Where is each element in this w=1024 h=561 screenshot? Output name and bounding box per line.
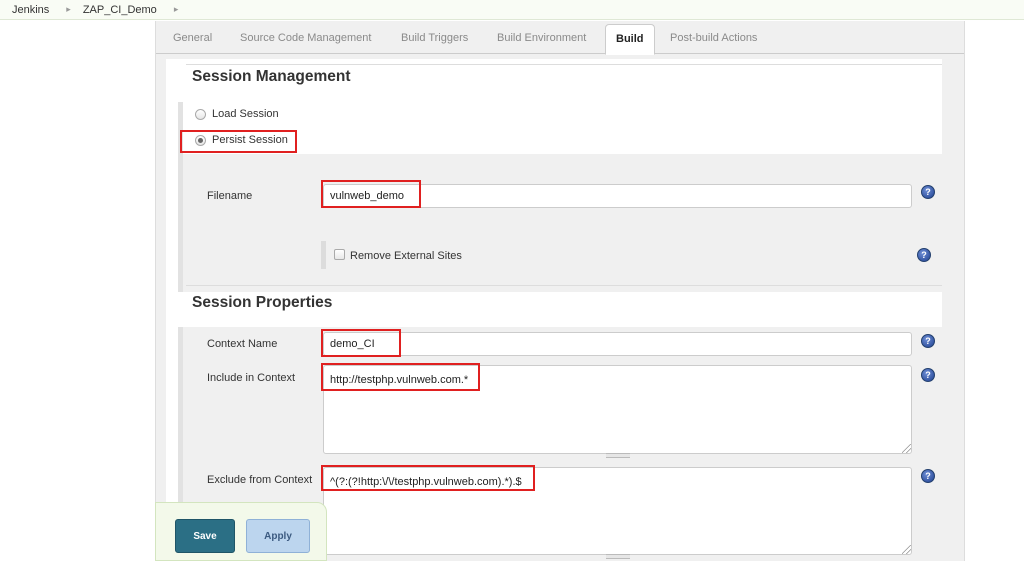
annotation-exclude [321, 465, 535, 491]
build-form: Session Management Load Session Persist … [166, 59, 942, 561]
save-apply-bar: Save Apply [155, 502, 327, 561]
context-name-input[interactable]: demo_CI [323, 332, 912, 356]
tab-general[interactable]: General [173, 32, 212, 44]
apply-button[interactable]: Apply [246, 519, 310, 553]
chevron-right-icon: ▸ [173, 4, 179, 14]
session-management-title: Session Management [192, 68, 351, 85]
persist-session-panel [183, 154, 942, 292]
remove-external-sites-label: Remove External Sites [350, 250, 462, 262]
context-name-label: Context Name [207, 338, 278, 350]
section-divider [186, 64, 942, 65]
config-tabs: General Source Code Management Build Tri… [156, 21, 964, 55]
annotation-filename [321, 180, 421, 208]
tab-build-environment[interactable]: Build Environment [497, 32, 586, 44]
section-divider [186, 285, 942, 286]
load-session-label: Load Session [212, 108, 279, 120]
breadcrumb: Jenkins ▸ ZAP_CI_Demo ▸ [0, 0, 1024, 20]
tab-build[interactable]: Build [605, 24, 655, 55]
job-config-panel: General Source Code Management Build Tri… [155, 21, 965, 561]
load-session-radio[interactable] [195, 108, 206, 120]
filename-help-icon[interactable]: ? [921, 185, 935, 199]
breadcrumb-jenkins[interactable]: Jenkins [12, 4, 49, 16]
context-name-help-icon[interactable]: ? [921, 334, 935, 348]
load-session-option[interactable]: Load Session [195, 108, 279, 120]
annotation-persist-session [180, 130, 297, 153]
annotation-include [321, 363, 480, 391]
remove-external-help-icon[interactable]: ? [917, 248, 931, 262]
exclude-from-context-label: Exclude from Context [207, 474, 313, 486]
chevron-right-icon: ▸ [66, 4, 71, 14]
remove-external-sites-checkbox[interactable] [334, 249, 345, 260]
breadcrumb-job[interactable]: ZAP_CI_Demo [83, 4, 157, 16]
checkbox-indent-bar [321, 241, 326, 269]
filename-label: Filename [207, 190, 253, 202]
include-help-icon[interactable]: ? [921, 368, 935, 382]
session-properties-title: Session Properties [192, 294, 333, 311]
annotation-context-name [321, 329, 401, 357]
include-in-context-label: Include in Context [207, 372, 296, 384]
exclude-help-icon[interactable]: ? [921, 469, 935, 483]
tab-post-build-actions[interactable]: Post-build Actions [670, 32, 757, 44]
tab-build-triggers[interactable]: Build Triggers [401, 32, 468, 44]
save-button[interactable]: Save [175, 519, 235, 553]
tab-source-code-management[interactable]: Source Code Management [240, 32, 371, 44]
